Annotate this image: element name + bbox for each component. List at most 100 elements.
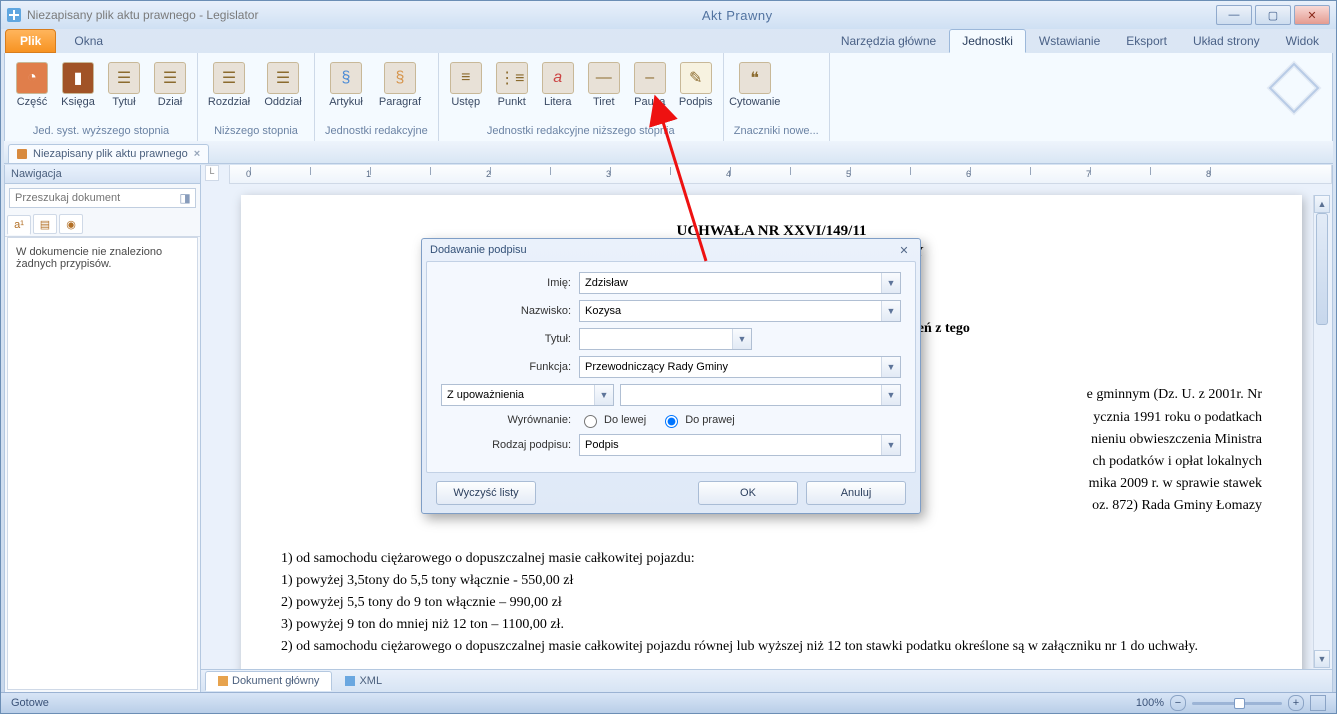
btn-punkt[interactable]: ⋮≡Punkt (491, 59, 533, 111)
btn-cytowanie[interactable]: ❝Cytowanie (730, 59, 780, 111)
zup-value-combo[interactable]: ▼ (620, 384, 901, 406)
imie-label: Imię: (441, 277, 579, 289)
nav-search-input[interactable] (10, 189, 175, 207)
radio-left[interactable]: Do lewej (579, 412, 646, 428)
ruler[interactable]: 012345678 (229, 165, 1332, 184)
cancel-button[interactable]: Anuluj (806, 481, 906, 505)
nav-tab-1[interactable]: a¹ (7, 215, 31, 235)
dialog-title: Dodawanie podpisu (430, 244, 527, 256)
btn-litera[interactable]: aLitera (537, 59, 579, 111)
nazwisko-combo[interactable]: ▼ (579, 300, 901, 322)
ribbon-tab-wstawianie[interactable]: Wstawianie (1026, 29, 1113, 53)
doc-p4: 3) powyżej 9 ton do mniej niż 12 ton – 1… (281, 616, 1262, 634)
rodzaj-input[interactable] (580, 435, 881, 455)
ribbon-tab-narzedzia[interactable]: Narzędzia główne (828, 29, 949, 53)
zupowaznienia-combo[interactable]: ▼ (441, 384, 614, 406)
btn-pauza[interactable]: –Pauza (629, 59, 671, 111)
window-title: Niezapisany plik aktu prawnego - Legisla… (27, 8, 258, 22)
btn-ksiega[interactable]: ▮Księga (57, 59, 99, 111)
vertical-scrollbar[interactable]: ▲ ▼ (1313, 195, 1330, 668)
zoom-in-icon[interactable]: + (1288, 695, 1304, 711)
imie-input[interactable] (580, 273, 881, 293)
funkcja-input[interactable] (580, 357, 881, 377)
ribbon: ◔Część ▮Księga ☰Tytuł ☰Dział Jed. syst. … (4, 53, 1333, 142)
nav-body: W dokumencie nie znaleziono żadnych przy… (7, 237, 198, 690)
chevron-down-icon[interactable]: ▼ (881, 435, 900, 455)
funkcja-label: Funkcja: (441, 361, 579, 373)
btab-xml[interactable]: XML (332, 671, 395, 691)
bottom-tabs: Dokument główny XML (201, 669, 1332, 692)
btn-rozdzial[interactable]: ☰Rozdział (204, 59, 254, 111)
doc-p2: 1) powyżej 3,5tony do 5,5 tony włącznie … (281, 572, 1262, 590)
scroll-down-icon[interactable]: ▼ (1314, 650, 1330, 668)
chevron-down-icon[interactable]: ▼ (881, 357, 900, 377)
app-icon (7, 8, 21, 22)
zoom-slider[interactable] (1192, 702, 1282, 705)
doc-p3: 2) powyżej 5,5 tony do 9 ton włącznie – … (281, 594, 1262, 612)
ribbon-tab-eksport[interactable]: Eksport (1113, 29, 1180, 53)
scroll-thumb[interactable] (1316, 213, 1328, 325)
btn-artykul[interactable]: §Artykuł (321, 59, 371, 111)
maximize-button[interactable]: ▢ (1255, 5, 1291, 25)
scroll-up-icon[interactable]: ▲ (1314, 195, 1330, 213)
ribbon-tab-widok[interactable]: Widok (1273, 29, 1332, 53)
status-text: Gotowe (11, 697, 49, 709)
tytul-label: Tytuł: (441, 333, 579, 345)
btn-podpis[interactable]: ✎Podpis (675, 59, 717, 111)
nav-title: Nawigacja (5, 165, 200, 184)
dialog-close-icon[interactable]: ✕ (896, 242, 912, 258)
chevron-down-icon[interactable]: ▼ (881, 273, 900, 293)
chevron-down-icon[interactable]: ▼ (881, 301, 900, 321)
zoom-label: 100% (1136, 697, 1164, 709)
add-signature-dialog: Dodawanie podpisu ✕ Imię: ▼ Nazwisko: ▼ … (421, 238, 921, 514)
rodzaj-combo[interactable]: ▼ (579, 434, 901, 456)
zup-input[interactable] (442, 385, 594, 405)
btn-tiret[interactable]: —Tiret (583, 59, 625, 111)
doc-main-icon (218, 676, 228, 686)
nav-pane: Nawigacja ◨ a¹ ▤ ◉ W dokumencie nie znal… (4, 165, 201, 693)
btn-czesc[interactable]: ◔Część (11, 59, 53, 111)
ribbon-group-title-1: Jed. syst. wyższego stopnia (11, 123, 191, 139)
file-tab[interactable]: Plik (5, 29, 56, 53)
ok-button[interactable]: OK (698, 481, 798, 505)
eraser-icon[interactable]: ◨ (175, 189, 195, 207)
close-button[interactable]: ✕ (1294, 5, 1330, 25)
btn-paragraf[interactable]: §Paragraf (375, 59, 425, 111)
ribbon-group-title-2: Niższego stopnia (204, 123, 308, 139)
funkcja-combo[interactable]: ▼ (579, 356, 901, 378)
app-logo-icon (1262, 56, 1326, 120)
btn-dzial[interactable]: ☰Dział (149, 59, 191, 111)
clear-lists-button[interactable]: Wyczyść listy (436, 481, 536, 505)
zup-value-input[interactable] (621, 385, 881, 405)
chevron-down-icon[interactable]: ▼ (594, 385, 613, 405)
nazwisko-label: Nazwisko: (441, 305, 579, 317)
ribbon-group-title-3: Jednostki redakcyjne (321, 123, 432, 139)
imie-combo[interactable]: ▼ (579, 272, 901, 294)
btn-ustep[interactable]: ≡Ustęp (445, 59, 487, 111)
menu-okna[interactable]: Okna (60, 30, 117, 52)
nav-tab-2[interactable]: ▤ (33, 214, 57, 234)
nav-search[interactable]: ◨ (9, 188, 196, 208)
tytul-combo[interactable]: ▼ (579, 328, 752, 350)
doc-p1: 1) od samochodu ciężarowego o dopuszczal… (281, 550, 1262, 568)
ruler-corner: L (205, 165, 219, 181)
tytul-input[interactable] (580, 329, 732, 349)
nazwisko-input[interactable] (580, 301, 881, 321)
ribbon-tab-uklad[interactable]: Układ strony (1180, 29, 1273, 53)
zoom-out-icon[interactable]: − (1170, 695, 1186, 711)
doc-p5: 2) od samochodu ciężarowego o dopuszczal… (281, 638, 1262, 656)
rodzaj-label: Rodzaj podpisu: (441, 439, 579, 451)
title-context: Akt Prawny (258, 8, 1216, 23)
btn-oddzial[interactable]: ☰Oddział (258, 59, 308, 111)
fullscreen-icon[interactable] (1310, 695, 1326, 711)
chevron-down-icon[interactable]: ▼ (732, 329, 751, 349)
minimize-button[interactable]: — (1216, 5, 1252, 25)
btn-tytul[interactable]: ☰Tytuł (103, 59, 145, 111)
titlebar: Niezapisany plik aktu prawnego - Legisla… (1, 1, 1336, 29)
ribbon-group-title-5: Znaczniki nowe... (730, 123, 823, 139)
ribbon-tab-jednostki[interactable]: Jednostki (949, 29, 1026, 53)
chevron-down-icon[interactable]: ▼ (881, 385, 900, 405)
btab-main[interactable]: Dokument główny (205, 671, 332, 691)
radio-right[interactable]: Do prawej (660, 412, 735, 428)
nav-tab-3[interactable]: ◉ (59, 214, 83, 234)
